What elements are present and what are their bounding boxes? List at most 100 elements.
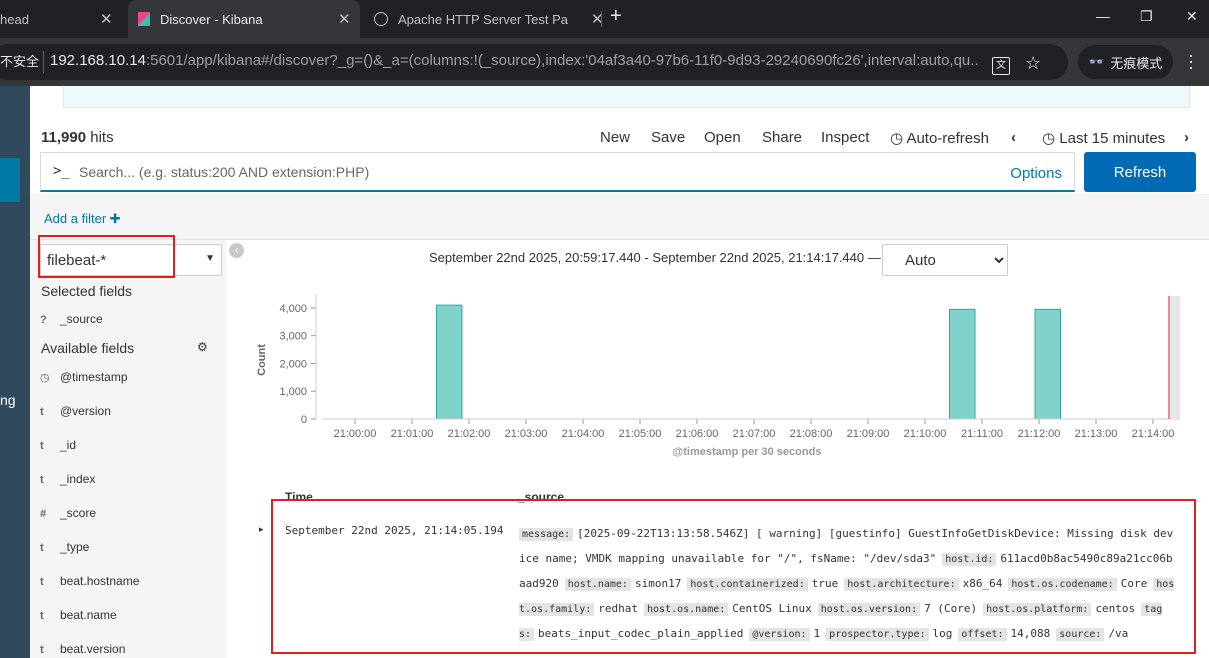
globe-icon (374, 12, 388, 26)
time-picker[interactable]: ◷ Last 15 minutes (1042, 129, 1165, 147)
security-indicator[interactable]: 不安全 (0, 51, 45, 73)
hit-count: 11,990 hits (41, 129, 114, 146)
browser-menu-icon[interactable]: · · · (1188, 46, 1194, 76)
x-tick-label: 21:13:00 (1075, 428, 1118, 440)
x-ticks: 21:00:00 21:01:00 21:02:00 21:03:00 21:04:00… (334, 419, 1175, 440)
menu-save[interactable]: Save (651, 129, 685, 146)
time-forward-button[interactable]: › (1184, 129, 1189, 146)
minimize-button[interactable]: — (1096, 8, 1110, 24)
menu-new[interactable]: New (600, 129, 630, 146)
field-item[interactable]: t beat.version (40, 642, 125, 656)
omnibox[interactable]: 不安全 192.168.10.14:5601/app/kibana#/disco… (0, 44, 1068, 80)
query-prompt-icon: >_ (53, 163, 70, 179)
kibana-side-nav: ng (0, 86, 30, 658)
tab-head[interactable]: head ✕ (0, 0, 125, 38)
menu-open[interactable]: Open (704, 129, 741, 146)
x-tick-label: 21:09:00 (847, 428, 890, 440)
x-tick-label: 21:02:00 (448, 428, 491, 440)
x-tick-label: 21:04:00 (562, 428, 605, 440)
highlight-box-index (38, 235, 175, 278)
menu-inspect[interactable]: Inspect (821, 129, 869, 146)
clock-icon: ◷ (890, 130, 904, 147)
caret-down-icon: ▼ (205, 253, 215, 264)
clock-icon: ◷ (1042, 130, 1056, 147)
bars (436, 304, 1061, 420)
auto-refresh-button[interactable]: ◷ Auto-refresh (890, 129, 989, 147)
time-back-button[interactable]: ‹ (1011, 129, 1016, 146)
close-icon[interactable]: ✕ (338, 10, 351, 28)
y-tick-label: 2,000 (279, 358, 307, 370)
discover-main: 11,990 hits New Save Open Share Inspect … (30, 86, 1209, 658)
close-icon[interactable]: ✕ (100, 10, 113, 28)
field-item[interactable]: ? _source (40, 312, 103, 326)
gear-icon[interactable]: ⚙ (197, 340, 208, 354)
highlight-box-document (271, 499, 1196, 654)
x-axis-label: @timestamp per 30 seconds (673, 446, 822, 458)
tab-title: Apache HTTP Server Test Page (398, 11, 568, 27)
field-item[interactable]: t _index (40, 472, 95, 486)
plus-icon: ✚ (109, 211, 121, 226)
histogram-bar[interactable] (436, 304, 463, 420)
filter-bar: Add a filter ✚ (30, 194, 1209, 240)
x-tick-label: 21:06:00 (676, 428, 719, 440)
x-tick-label: 21:08:00 (790, 428, 833, 440)
nav-item-label[interactable]: ng (0, 392, 16, 408)
add-filter-link[interactable]: Add a filter ✚ (44, 211, 121, 227)
y-axis-label: Count (256, 344, 268, 376)
available-fields-heading: Available fields (41, 340, 135, 356)
search-input[interactable] (79, 157, 979, 187)
x-tick-label: 21:01:00 (391, 428, 434, 440)
x-tick-label: 21:11:00 (961, 428, 1003, 440)
nav-item-discover[interactable] (0, 158, 20, 202)
y-tick-label: 4,000 (279, 303, 307, 315)
query-bar: >_ Options (40, 152, 1075, 192)
histogram-bar[interactable] (949, 308, 976, 420)
kibana-logo-icon (138, 12, 150, 26)
expand-row-icon[interactable]: ▸ (259, 524, 264, 535)
x-tick-label: 21:05:00 (619, 428, 662, 440)
time-range-text: September 22nd 2025, 20:59:17.440 - Sept… (429, 250, 881, 265)
query-options-link[interactable]: Options (1010, 165, 1062, 182)
y-tick-label: 1,000 (279, 386, 307, 398)
field-item[interactable]: t _type (40, 540, 89, 554)
tab-title: Discover - Kibana (160, 11, 263, 27)
y-tick-label: 0 (301, 414, 307, 426)
menu-share[interactable]: Share (762, 129, 802, 146)
selected-fields-heading: Selected fields (41, 283, 133, 299)
field-item[interactable]: t beat.name (40, 608, 117, 622)
tab-title: head (0, 11, 29, 27)
y-ticks: 0 1,000 2,000 3,000 4,000 (279, 294, 317, 426)
field-item[interactable]: # _score (40, 506, 96, 520)
url-text[interactable]: 192.168.10.14:5601/app/kibana#/discover?… (50, 52, 980, 69)
histogram-chart: Count 01,0002,0003,0004,000 21:00:00 21:0… (256, 294, 1180, 458)
field-item[interactable]: ◷ @timestamp (40, 370, 128, 384)
x-tick-label: 21:03:00 (505, 428, 548, 440)
translate-icon[interactable]: 文 (992, 57, 1010, 75)
field-sidebar: filebeat-* ▼ Selected fields ? _source Av… (30, 235, 226, 658)
top-callout (63, 86, 1190, 108)
incognito-icon: 👓 (1088, 54, 1105, 69)
x-tick-label: 21:07:00 (733, 428, 776, 440)
interval-select[interactable]: Auto (882, 244, 1008, 276)
x-tick-label: 21:00:00 (334, 428, 377, 440)
bookmark-star-icon[interactable]: ☆ (1025, 53, 1041, 74)
incognito-indicator[interactable]: 👓 无痕模式 (1078, 45, 1173, 79)
browser-tab-bar: head ✕ Discover - Kibana ✕ Apache HTTP S… (0, 0, 1209, 38)
x-tick-label: 21:14:00 (1132, 428, 1175, 440)
field-item[interactable]: t _id (40, 438, 76, 452)
y-tick-label: 3,000 (279, 331, 307, 343)
x-tick-label: 21:12:00 (1018, 428, 1061, 440)
x-tick-label: 21:10:00 (904, 428, 947, 440)
new-tab-button[interactable]: + (610, 5, 622, 28)
window-close-button[interactable]: ✕ (1186, 8, 1198, 25)
refresh-button[interactable]: Refresh (1084, 152, 1196, 192)
maximize-button[interactable]: ❐ (1140, 8, 1153, 25)
now-shade (1169, 296, 1180, 419)
tab-discover-kibana[interactable]: Discover - Kibana ✕ (128, 0, 360, 38)
collapse-sidebar-icon[interactable]: ‹ (229, 243, 244, 258)
tab-apache-test-page[interactable]: Apache HTTP Server Test Page ✕ (362, 0, 604, 38)
browser-address-bar: 不安全 192.168.10.14:5601/app/kibana#/disco… (0, 38, 1209, 86)
field-item[interactable]: t beat.hostname (40, 574, 139, 588)
field-item[interactable]: t @version (40, 404, 111, 418)
histogram-bar[interactable] (1034, 308, 1061, 420)
